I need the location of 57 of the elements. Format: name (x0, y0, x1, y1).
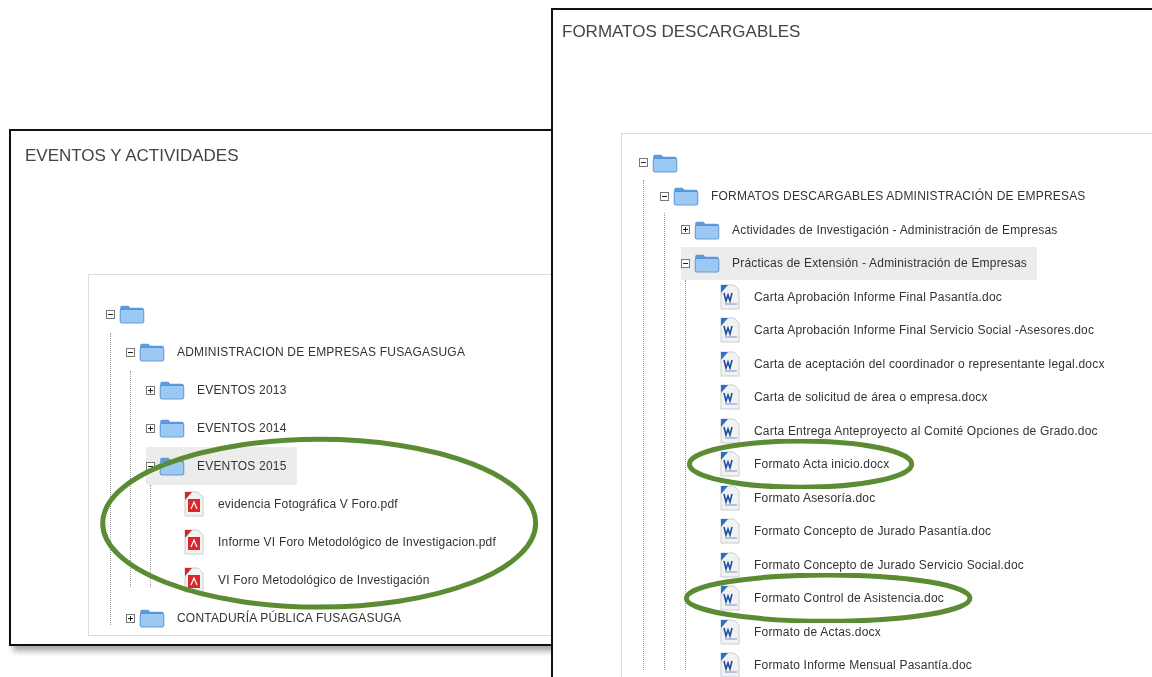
folder-row[interactable]: Prácticas de Extensión - Administración de Empresas (681, 246, 1037, 280)
folder-row[interactable]: Actividades de Investigación - Administración de Empresas (681, 213, 1068, 247)
word-file-icon (718, 551, 740, 578)
file-row[interactable]: Formato Concepto de Jurado Pasantía.doc (702, 514, 1002, 548)
collapse-icon[interactable] (146, 461, 155, 471)
word-file-icon (718, 484, 740, 511)
word-file-icon (718, 384, 740, 411)
folder-row[interactable]: CONTADURÍA PÚBLICA FUSAGASUGA (126, 599, 412, 637)
folder-row[interactable]: FORMATOS DESCARGABLES ADMINISTRACIÓN DE EMPRESAS (660, 179, 1096, 213)
word-file-icon (718, 618, 740, 645)
file-row[interactable]: Carta de aceptación del coordinador o representante legal.docx (702, 347, 1115, 381)
folder-row[interactable]: EVENTOS 2015 (146, 447, 297, 485)
folder-icon (694, 253, 720, 274)
expand-icon[interactable] (681, 225, 690, 235)
word-file-icon (718, 585, 740, 612)
folder-row[interactable]: EVENTOS 2013 (146, 371, 297, 409)
file-row[interactable]: Carta Entrega Anteproyecto al Comité Opciones de Grado.doc (702, 414, 1108, 448)
expand-icon[interactable] (146, 385, 155, 395)
file-row[interactable]: Formato Concepto de Jurado Servicio Social.doc (702, 548, 1034, 582)
word-file-icon (718, 518, 740, 545)
file-row[interactable]: Carta Aprobación Informe Final Servicio Social -Asesores.doc (702, 313, 1105, 347)
folder-icon (139, 608, 165, 628)
file-row[interactable]: Formato de Actas.docx (702, 615, 891, 649)
file-row[interactable]: Formato Informe Mensual Pasantía.doc (702, 648, 982, 677)
file-row[interactable]: VI Foro Metodológico de Investigación (166, 561, 440, 599)
word-file-icon (718, 283, 740, 310)
folder-icon (652, 152, 678, 173)
pdf-file-icon (182, 529, 204, 555)
folder-icon (139, 342, 165, 362)
expand-icon[interactable] (126, 613, 135, 623)
folder-icon (159, 380, 185, 400)
word-file-icon (718, 451, 740, 478)
collapse-icon[interactable] (660, 191, 669, 201)
file-row[interactable]: evidencia Fotográfica V Foro.pdf (166, 485, 408, 523)
folder-icon (119, 304, 145, 324)
folder-icon (694, 219, 720, 240)
folder-row[interactable]: ADMINISTRACION DE EMPRESAS FUSAGASUGA (126, 333, 476, 371)
file-row[interactable]: Informe VI Foro Metodológico de Investigacion.pdf (166, 523, 506, 561)
collapse-icon[interactable] (681, 258, 690, 268)
collapse-icon[interactable] (126, 347, 135, 357)
word-file-icon (718, 317, 740, 344)
word-file-icon (718, 652, 740, 677)
folder-row[interactable]: EVENTOS 2014 (146, 409, 297, 447)
word-file-icon (718, 417, 740, 444)
pdf-file-icon (182, 491, 204, 517)
expand-icon[interactable] (146, 423, 155, 433)
pdf-file-icon (182, 567, 204, 593)
folder-icon (159, 418, 185, 438)
panel-title: EVENTOS Y ACTIVIDADES (24, 145, 240, 167)
collapse-icon[interactable] (106, 309, 115, 319)
file-row[interactable]: Carta de solicitud de área o empresa.docx (702, 380, 998, 414)
file-row[interactable]: Carta Aprobación Informe Final Pasantía.doc (702, 280, 1013, 314)
file-row[interactable]: Formato Asesoría.doc (702, 481, 886, 515)
word-file-icon (718, 350, 740, 377)
folder-icon (673, 186, 699, 207)
panel-title: FORMATOS DESCARGABLES (561, 21, 802, 43)
collapse-icon[interactable] (639, 158, 648, 168)
